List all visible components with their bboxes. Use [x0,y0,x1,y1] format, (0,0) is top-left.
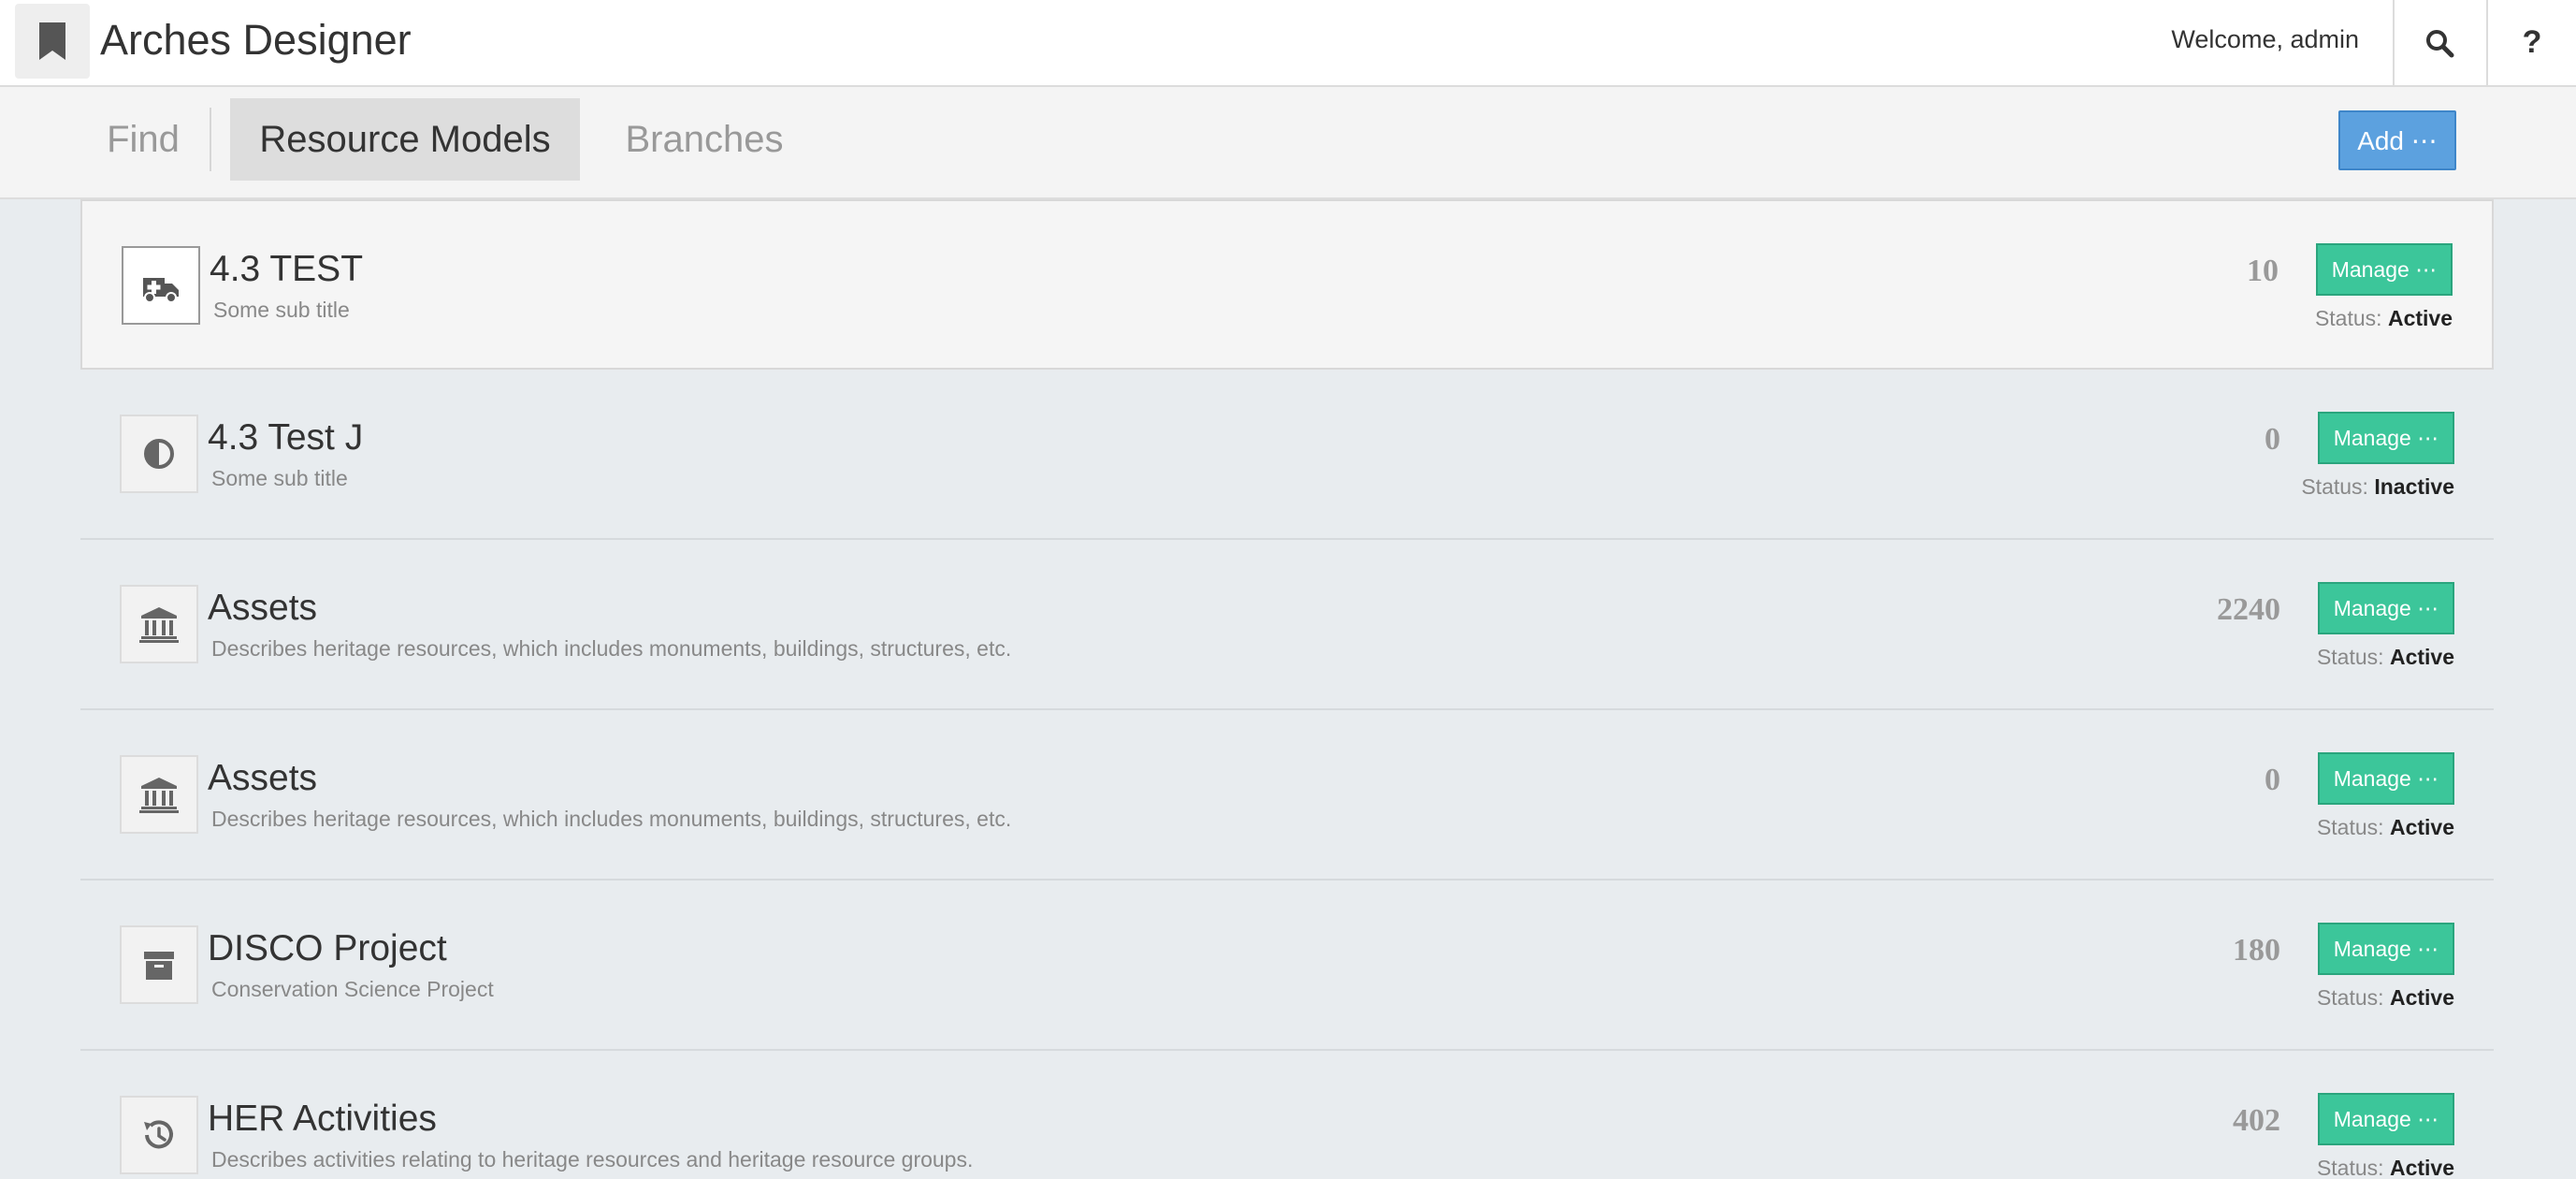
list-item[interactable]: Assets Describes heritage resources, whi… [80,710,2494,881]
instance-count: 10 [2247,254,2279,288]
list-item[interactable]: HER Activities Describes activities rela… [80,1051,2494,1179]
bank-icon [120,585,198,663]
status-value: Active [2389,1156,2454,1179]
manage-button[interactable]: Manage ⋯ [2316,243,2453,296]
status-value: Active [2387,306,2453,330]
status-text: Status: Active [2316,645,2454,669]
status-text: Status: Active [2316,815,2454,839]
model-title: HER Activities [208,1099,437,1139]
search-button[interactable] [2393,0,2484,85]
status-text: Status: Active [2316,985,2454,1010]
list-item[interactable]: 4.3 TEST Some sub title 10 Manage ⋯ Stat… [80,199,2494,370]
history-icon [120,1096,198,1174]
model-title: DISCO Project [208,928,447,968]
list-item[interactable]: Assets Describes heritage resources, whi… [80,540,2494,710]
instance-count: 2240 [2217,592,2280,627]
model-title: Assets [208,758,318,798]
tab-branches[interactable]: Branches [599,98,810,181]
model-subtitle: Some sub title [211,466,348,490]
tab-resource-models[interactable]: Resource Models [230,98,580,181]
status-value: Inactive [2374,474,2454,499]
add-button[interactable]: Add ⋯ [2338,110,2456,170]
help-icon: ? [2522,24,2542,60]
status-value: Active [2389,815,2454,839]
status-text: Status: Inactive [2301,474,2454,499]
model-title: Assets [208,588,318,628]
welcome-user-link[interactable]: Welcome, admin [2171,22,2359,56]
instance-count: 180 [2233,933,2280,968]
manage-button[interactable]: Manage ⋯ [2318,412,2454,464]
list-item[interactable]: DISCO Project Conservation Science Proje… [80,881,2494,1051]
manage-button[interactable]: Manage ⋯ [2318,752,2454,805]
model-title: 4.3 TEST [210,249,364,289]
top-header: Arches Designer Welcome, admin ? [0,0,2576,87]
manage-button[interactable]: Manage ⋯ [2318,582,2454,634]
ambulance-icon [122,246,200,325]
instance-count: 0 [2265,763,2280,797]
list-item[interactable]: 4.3 Test J Some sub title 0 Manage ⋯ Sta… [80,370,2494,540]
status-text: Status: Active [2314,306,2453,330]
search-icon [2426,29,2454,57]
bookmark-logo-icon[interactable] [15,4,90,79]
manage-button[interactable]: Manage ⋯ [2318,1093,2454,1145]
app-title: Arches Designer [100,16,412,64]
status-text: Status: Active [2316,1156,2454,1179]
model-title: 4.3 Test J [208,417,364,458]
bank-icon [120,755,198,834]
help-button[interactable]: ? [2486,0,2576,85]
model-subtitle: Describes activities relating to heritag… [211,1147,974,1172]
designer-tabs-bar: Find Resource Models Branches Add ⋯ [0,87,2576,199]
model-subtitle: Some sub title [213,298,350,322]
instance-count: 402 [2233,1103,2280,1138]
status-value: Active [2389,985,2454,1010]
manage-button[interactable]: Manage ⋯ [2318,923,2454,975]
model-subtitle: Describes heritage resources, which incl… [211,636,1012,661]
half-circle-icon [120,415,198,493]
tab-find[interactable]: Find [86,98,200,181]
instance-count: 0 [2265,422,2280,457]
model-subtitle: Conservation Science Project [211,977,494,1001]
archive-box-icon [120,925,198,1004]
model-subtitle: Describes heritage resources, which incl… [211,807,1012,831]
tab-divider [210,108,211,171]
resource-model-list: 4.3 TEST Some sub title 10 Manage ⋯ Stat… [0,199,2576,1179]
status-value: Active [2389,645,2454,669]
